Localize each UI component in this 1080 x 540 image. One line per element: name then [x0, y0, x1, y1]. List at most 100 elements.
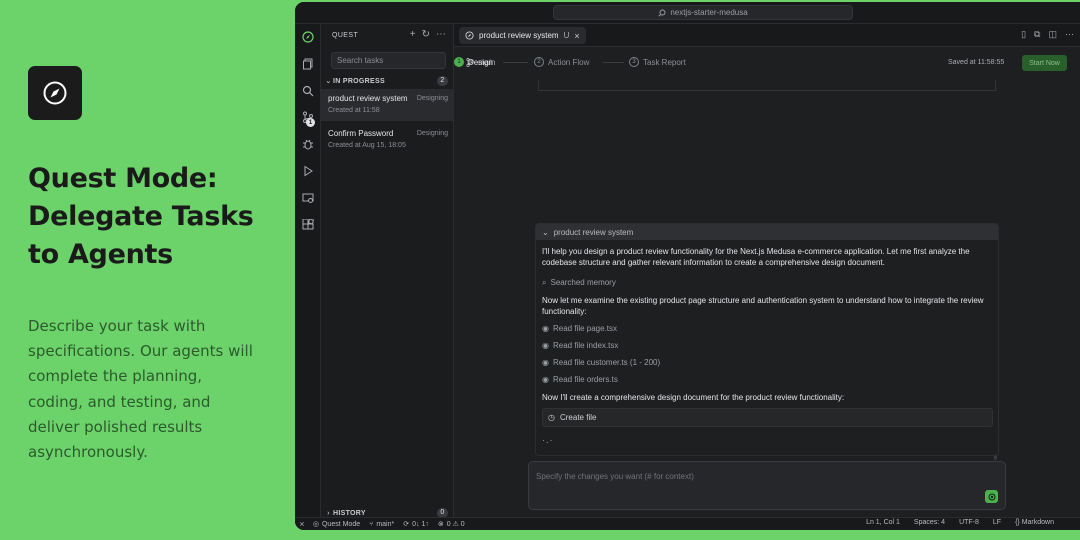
quest-mode-label: Quest Mode — [321, 520, 361, 528]
task-created: Created at 11:58 — [328, 107, 380, 114]
in-progress-label: IN PROGRESS — [333, 77, 385, 85]
task-status: Designing — [416, 130, 448, 137]
command-center[interactable]: nextjs-starter-medusa — [553, 5, 853, 20]
chat-input[interactable]: Specify the changes you want (# for cont… — [528, 461, 1006, 510]
task-item[interactable]: Confirm Password Designing Created at Au… — [321, 124, 454, 156]
tool-call-searched-memory[interactable]: ⌕ Searched memory — [542, 274, 992, 291]
step-number: 1 — [454, 57, 464, 67]
saved-status: Saved at 11:58:55 — [948, 59, 1005, 66]
loading-indicator: ·.· — [542, 435, 554, 445]
more-icon[interactable]: ⋯ — [436, 29, 446, 40]
run-icon[interactable] — [301, 164, 315, 178]
task-created: Created at Aug 15, 18:05 — [328, 142, 406, 149]
debug-icon[interactable] — [301, 137, 315, 151]
sync-label: 0↓ 1↑ — [412, 520, 429, 528]
status-problems[interactable]: ⊗ 0 ⚠ 0 — [438, 520, 465, 528]
eye-icon: ◉ — [542, 358, 549, 367]
in-progress-section[interactable]: ⌄ IN PROGRESS 2 — [324, 74, 452, 88]
search-icon: ⌕ — [542, 277, 547, 287]
end-of-line[interactable]: LF — [993, 519, 1001, 526]
task-item[interactable]: product review system Designing Created … — [321, 89, 454, 121]
send-button[interactable] — [985, 490, 998, 503]
chat-input-placeholder: Specify the changes you want (# for cont… — [536, 472, 694, 481]
status-bar: ⨯ ◎ Quest Mode ⑂ main* ⟳ 0↓ 1↑ ⊗ 0 ⚠ 0 L… — [295, 517, 1080, 530]
search-activity-icon[interactable] — [301, 84, 315, 98]
sidebar-title: QUEST — [332, 32, 359, 39]
start-now-button[interactable]: Start Now — [1022, 55, 1067, 71]
split-editor-icon[interactable]: ◫ — [1048, 29, 1057, 40]
title-bar: nextjs-starter-medusa — [295, 2, 1080, 24]
tool-call-create-file[interactable]: ◷ Create file — [542, 408, 993, 427]
status-sync[interactable]: ⟳ 0↓ 1↑ — [403, 520, 429, 529]
tab-product-review-system[interactable]: product review system U × — [459, 27, 586, 44]
language-mode[interactable]: {} Markdown — [1015, 519, 1054, 526]
quest-activity-icon[interactable] — [301, 30, 315, 44]
remote-explorer-icon[interactable] — [301, 191, 315, 205]
agent-message: Now let me examine the existing product … — [542, 296, 984, 316]
chat-body: I'll help you design a product review fu… — [536, 240, 998, 445]
status-quest-mode[interactable]: ◎ Quest Mode — [312, 520, 361, 529]
step-action-flow[interactable]: 2 Action Flow — [534, 57, 589, 67]
status-branch[interactable]: ⑂ main* — [369, 521, 394, 528]
language-label: Markdown — [1021, 519, 1054, 526]
error-icon: ⊗ — [437, 521, 444, 528]
tab-modified-marker: U — [563, 31, 570, 40]
step-connector — [603, 62, 624, 63]
quest-file-icon — [465, 31, 474, 40]
tool-call-read-file[interactable]: ◉ Read file index.tsx — [542, 337, 992, 354]
chat-header[interactable]: ⌄ product review system — [536, 224, 998, 240]
tab-label: product review system — [479, 31, 559, 40]
open-preview-icon[interactable]: ▯ — [1021, 29, 1026, 40]
step-number: 2 — [534, 57, 544, 67]
refresh-icon[interactable]: ↻ — [422, 29, 430, 40]
tool-call-read-file[interactable]: ◉ Read file page.tsx — [542, 320, 992, 337]
chevron-down-icon: ⌄ — [542, 227, 549, 237]
explorer-icon[interactable] — [301, 57, 315, 71]
extensions-icon[interactable] — [301, 218, 315, 232]
tool-call-label: Read file index.tsx — [552, 341, 619, 350]
in-progress-count: 2 — [437, 76, 448, 86]
step-connector — [503, 62, 528, 63]
workspace-name: nextjs-starter-medusa — [670, 8, 748, 17]
agent-chat-panel: ⌄ product review system I'll help you de… — [535, 223, 999, 456]
agent-message: I'll help you design a product review fu… — [542, 247, 970, 267]
tool-call-read-file[interactable]: ◉ Read file orders.ts — [542, 371, 992, 388]
tool-call-label: Read file orders.ts — [552, 375, 618, 384]
cursor-position[interactable]: Ln 1, Col 1 — [866, 519, 900, 526]
plus-icon[interactable]: + — [410, 29, 416, 40]
eye-icon: ◉ — [542, 375, 549, 384]
search-icon — [658, 9, 666, 17]
indentation[interactable]: Spaces: 4 — [914, 519, 945, 526]
promo-title: Quest Mode: Delegate Tasks to Agents — [28, 163, 254, 270]
encoding[interactable]: UTF-8 — [959, 519, 979, 526]
branch-icon: ⑂ — [369, 520, 374, 528]
clock-icon: ◷ — [548, 413, 555, 422]
step-task-report[interactable]: 3 Task Report — [629, 57, 686, 67]
step-label: Task Report — [643, 57, 686, 67]
more-icon[interactable]: ⋯ — [1065, 29, 1074, 40]
history-label: HISTORY — [333, 509, 366, 517]
eye-icon: ◉ — [542, 324, 549, 333]
tool-call-label: Read file customer.ts (1 - 200) — [552, 358, 661, 367]
quest-sidebar: QUEST + ↻ ⋯ Search tasks ⌄ IN PROGRESS 2… — [321, 24, 454, 518]
step-design[interactable]: 1 Design — [454, 57, 493, 67]
compass-icon: ◎ — [312, 521, 319, 528]
tool-call-label: Read file page.tsx — [552, 324, 618, 333]
copy-icon[interactable]: ⧉ — [1034, 29, 1040, 40]
activity-bar: 1 — [295, 24, 321, 517]
close-icon[interactable]: × — [574, 31, 579, 41]
braces-icon: {} — [1015, 519, 1022, 526]
editor-area: ⌄ product review system I'll help you de… — [454, 80, 1080, 517]
step-label: Design — [468, 57, 493, 67]
tool-call-read-file[interactable]: ◉ Read file customer.ts (1 - 200) — [542, 354, 992, 371]
search-tasks-input[interactable]: Search tasks — [331, 52, 446, 69]
design-document-preview — [538, 80, 996, 91]
remote-icon[interactable]: ⨯ — [299, 520, 305, 528]
sync-icon: ⟳ — [403, 521, 410, 528]
promo-description: Describe your task with specifications. … — [28, 317, 253, 462]
sidebar-actions: + ↻ ⋯ — [410, 29, 446, 40]
editor-tab-bar: product review system U × ▯ ⧉ ◫ ⋯ — [454, 24, 1080, 47]
branch-label: main* — [376, 520, 395, 528]
step-number: 3 — [629, 57, 639, 67]
source-control-badge: 1 — [306, 118, 315, 127]
